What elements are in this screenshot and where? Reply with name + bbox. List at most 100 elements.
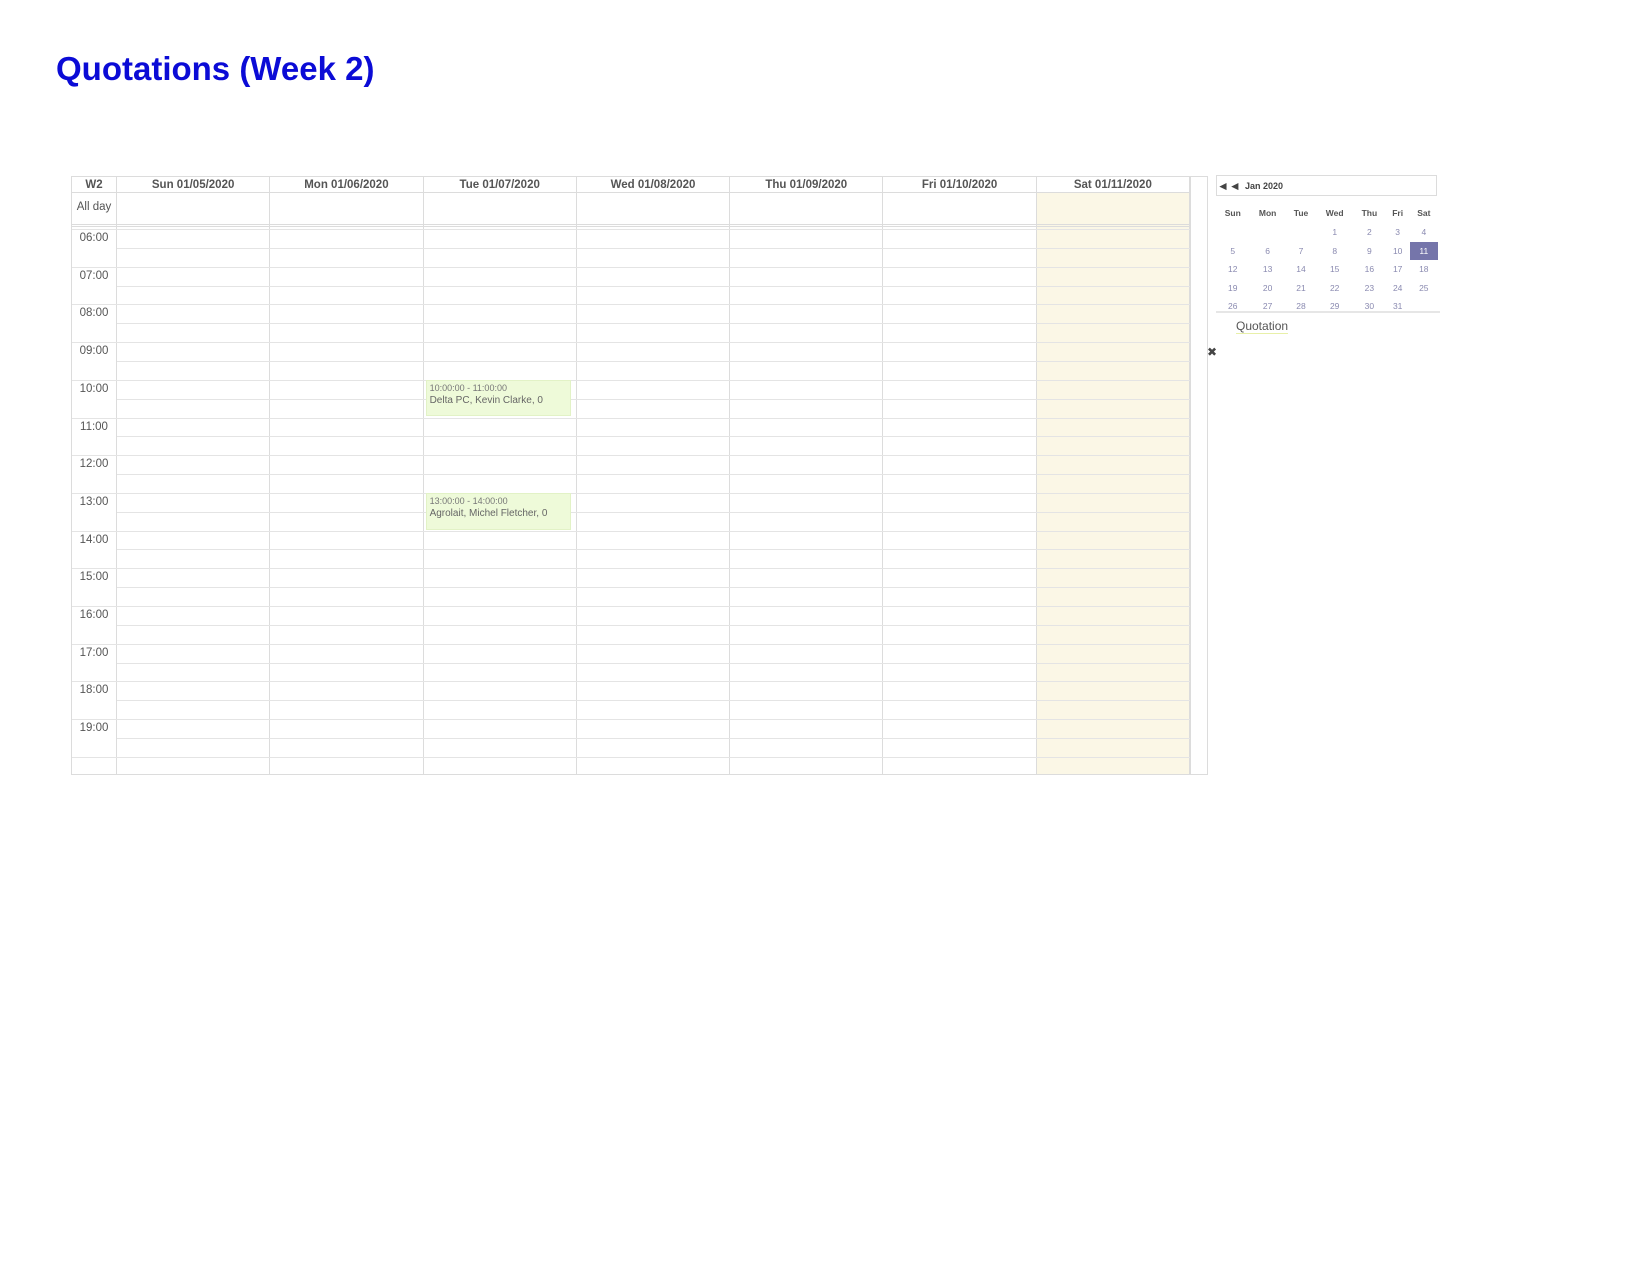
week-number: W2 (72, 177, 117, 193)
mini-day[interactable]: 14 (1286, 260, 1317, 279)
time-label: 16:00 (79, 609, 109, 621)
mini-day[interactable]: 19 (1216, 279, 1250, 298)
mini-weekday: Thu (1361, 208, 1378, 218)
hour-line (72, 304, 1190, 306)
filter-quotation[interactable]: Quotation (1236, 319, 1289, 334)
time-label: 06:00 (79, 232, 109, 244)
half-hour-line (117, 587, 1190, 589)
half-hour-line (117, 247, 1190, 249)
hour-line (72, 229, 1190, 230)
mini-day[interactable]: 5 (1216, 242, 1250, 261)
mini-day[interactable]: 7 (1286, 242, 1317, 261)
mini-day[interactable]: 25 (1410, 279, 1438, 298)
mini-day[interactable]: 22 (1316, 279, 1353, 298)
hour-line (72, 266, 1190, 268)
week-calendar: W2 Sun 01/05/2020 Mon 01/06/2020 Tue 01/07… (71, 176, 1208, 775)
mini-day[interactable]: 23 (1353, 279, 1386, 298)
day-header[interactable]: Wed 01/08/2020 (577, 177, 731, 193)
hour-line (72, 530, 1190, 532)
hour-line (72, 379, 1190, 381)
hour-line (72, 643, 1190, 645)
half-hour-line (117, 549, 1190, 551)
time-label: 17:00 (79, 646, 109, 659)
mini-day[interactable]: 12 (1216, 260, 1250, 279)
day-header[interactable]: Tue 01/07/2020 (424, 177, 577, 193)
day-header[interactable]: Sat 01/11/2020 (1037, 177, 1190, 193)
mini-day[interactable]: 15 (1316, 260, 1353, 279)
mini-weekday: Fri (1392, 208, 1404, 218)
mini-day[interactable]: 10 (1386, 242, 1410, 261)
half-hour-line (117, 511, 1190, 513)
mini-day[interactable]: 18 (1410, 260, 1438, 279)
day-header[interactable]: Mon 01/06/2020 (270, 177, 424, 193)
calendar-event[interactable]: 10:00:00 - 11:00:00 Delta PC, Kevin Clark… (425, 379, 571, 417)
time-label: 18:00 (79, 684, 109, 697)
day-header[interactable]: Thu 01/09/2020 (730, 177, 884, 193)
mini-day[interactable]: 24 (1386, 279, 1410, 298)
mini-day[interactable]: 4 (1410, 223, 1438, 242)
hour-line (72, 492, 1190, 494)
time-slots[interactable]: 06:00 07:00 08:00 09:00 10:00 11:00 12:00 13:00… (72, 229, 1190, 774)
time-label: 13:00 (79, 495, 109, 508)
mini-calendar: ◄◄ Jan 2020 Sun Mon Tue Wed Thu Fri Sat 123456… (1216, 175, 1440, 316)
mini-day[interactable]: 1 (1316, 223, 1353, 242)
double-chevron-left-icon[interactable]: ◄◄ (1217, 179, 1241, 193)
half-hour-line (117, 737, 1190, 739)
close-icon[interactable]: ✖ (1207, 346, 1217, 358)
half-hour-line (117, 436, 1190, 438)
mini-weekday: Mon (1258, 208, 1277, 218)
time-label: 12:00 (79, 458, 109, 471)
all-day-row[interactable]: All day (72, 193, 1207, 227)
mini-day-empty (1216, 223, 1250, 242)
time-label: 08:00 (79, 307, 109, 320)
mini-calendar-month: Jan 2020 (1245, 181, 1284, 191)
divider (1216, 311, 1440, 313)
all-day-label: All day (76, 201, 112, 213)
mini-weekday: Wed (1325, 208, 1344, 218)
half-hour-line (117, 624, 1190, 626)
hour-line (72, 756, 1190, 758)
calendar-event[interactable]: 13:00:00 - 14:00:00 Agrolait, Michel Flet… (425, 492, 571, 530)
time-label: 09:00 (79, 345, 109, 358)
mini-weekday: Sun (1224, 208, 1241, 218)
day-header-row: W2 Sun 01/05/2020 Mon 01/06/2020 Tue 01/07… (72, 177, 1207, 193)
mini-day[interactable]: 2 (1353, 223, 1386, 242)
mini-day[interactable]: 17 (1386, 260, 1410, 279)
event-title: Agrolait, Michel Fletcher, 0 (429, 507, 548, 519)
mini-day[interactable]: 9 (1353, 242, 1386, 261)
mini-day[interactable]: 20 (1250, 279, 1286, 298)
page-title: Quotations (Week 2) (56, 50, 375, 87)
day-header[interactable]: Fri 01/10/2020 (883, 177, 1037, 193)
time-label: 19:00 (79, 722, 109, 735)
event-time: 13:00:00 - 14:00:00 (429, 495, 508, 506)
mini-day[interactable]: 6 (1250, 242, 1286, 261)
mini-day-empty (1250, 223, 1286, 242)
mini-calendar-header: ◄◄ Jan 2020 (1216, 175, 1437, 196)
time-label: 11:00 (80, 420, 108, 433)
mini-day[interactable]: 21 (1286, 279, 1317, 298)
half-hour-line (117, 285, 1190, 287)
day-header[interactable]: Sun 01/05/2020 (117, 177, 271, 193)
hour-line (72, 568, 1190, 570)
event-time: 10:00:00 - 11:00:00 (429, 382, 507, 393)
mini-day[interactable]: 16 (1353, 260, 1386, 279)
mini-day-empty (1286, 223, 1317, 242)
half-hour-line (117, 398, 1190, 400)
time-label: 14:00 (79, 533, 109, 546)
mini-day[interactable]: 8 (1316, 242, 1353, 261)
hour-line (72, 681, 1190, 683)
hour-line (72, 342, 1190, 344)
hour-line (72, 417, 1190, 419)
mini-weekday: Sat (1417, 208, 1431, 218)
mini-weekday: Tue (1293, 208, 1309, 218)
mini-calendar-grid: Sun Mon Tue Wed Thu Fri Sat 1 2 3 4 5 6 7 8 9 10 11 12 13 1… (1216, 203, 1438, 316)
hour-line (72, 455, 1190, 457)
scrollbar[interactable] (1190, 177, 1207, 774)
half-hour-line (117, 662, 1190, 664)
mini-day[interactable]: 11 (1409, 241, 1438, 260)
mini-day[interactable]: 13 (1250, 260, 1286, 279)
half-hour-line (117, 474, 1190, 476)
time-label: 15:00 (79, 571, 109, 584)
time-label: 07:00 (79, 269, 109, 282)
mini-day[interactable]: 3 (1386, 223, 1410, 242)
